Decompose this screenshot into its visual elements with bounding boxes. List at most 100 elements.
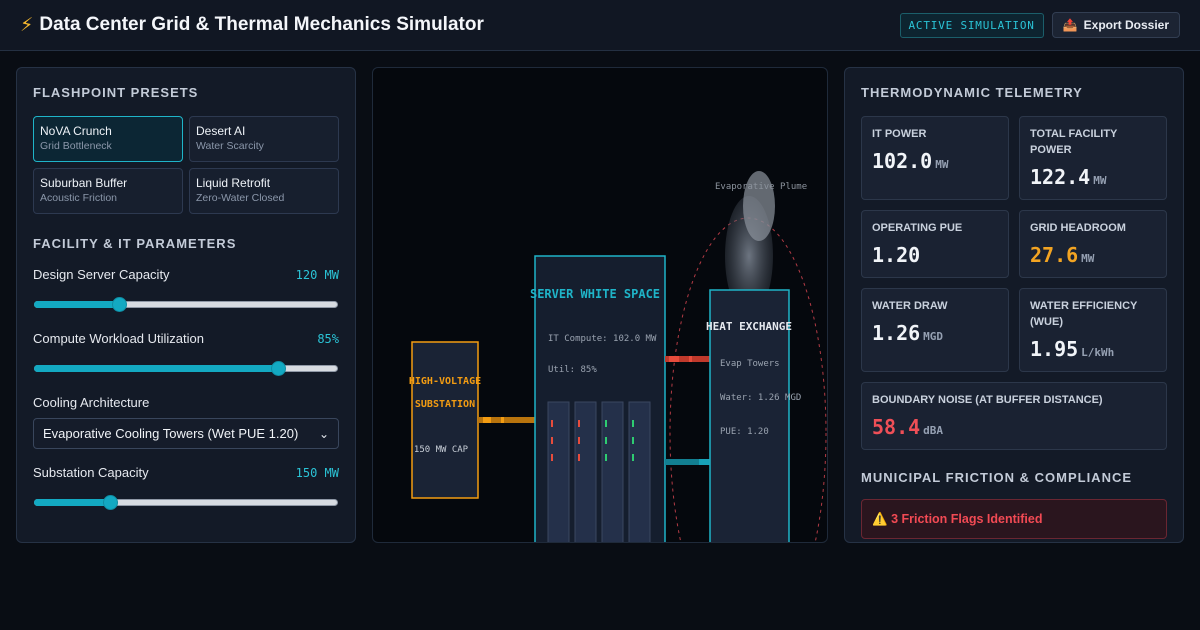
status-badge: ACTIVE SIMULATION xyxy=(899,12,1044,38)
telemetry-grid: IT POWER 102.0 MW TOTAL FACILITY POWER 12… xyxy=(861,116,1167,450)
metric-operating-pue: OPERATING PUE 1.20 xyxy=(861,209,1009,278)
substation-capacity-slider[interactable] xyxy=(33,493,339,513)
heat-exchange-water: Water: 1.26 MGD xyxy=(720,393,801,403)
metric-number: 1.20 xyxy=(872,242,921,267)
warning-icon: ⚠️ xyxy=(872,511,888,526)
top-bar: ⚡ Data Center Grid & Thermal Mechanics S… xyxy=(0,0,1200,51)
slider-thumb[interactable] xyxy=(270,361,286,376)
white-space-compute: IT Compute: 102.0 MW xyxy=(548,334,657,344)
rack-led xyxy=(605,420,607,427)
rack-led xyxy=(632,437,634,444)
export-dossier-label: Export Dossier xyxy=(1083,18,1169,32)
preset-suburban-buffer[interactable]: Suburban Buffer Acoustic Friction xyxy=(33,168,183,214)
heat-exchange-title: HEAT EXCHANGE xyxy=(706,320,792,333)
metric-value: 58.4 dBA xyxy=(872,415,1156,439)
metric-unit: dBA xyxy=(923,423,944,437)
preset-subtitle: Water Scarcity xyxy=(196,140,264,152)
metric-water-draw: WATER DRAW 1.26 MGD xyxy=(861,287,1009,372)
hot-pulse xyxy=(689,356,692,362)
metric-value: 1.95 L/kWh xyxy=(1030,337,1156,361)
cool-pulse xyxy=(699,459,709,465)
slider-fill xyxy=(34,301,120,308)
metric-value: 1.20 xyxy=(872,243,998,267)
metric-water-efficiency: WATER EFFICIENCY (WUE) 1.95 L/kWh xyxy=(1019,287,1167,372)
metric-label: OPERATING PUE xyxy=(872,221,963,234)
page-background xyxy=(0,543,1200,630)
substation-cap: 150 MW CAP xyxy=(414,445,469,455)
slider-fill xyxy=(34,365,279,372)
metric-label: TOTAL FACILITY POWER xyxy=(1030,128,1118,156)
friction-alert-text: 3 Friction Flags Identified xyxy=(891,511,1043,526)
cooling-architecture-label: Cooling Architecture xyxy=(33,395,150,410)
rack-led xyxy=(632,420,634,427)
substation-title-line2: SUBSTATION xyxy=(415,399,475,410)
power-pulse xyxy=(501,417,504,423)
metric-unit: MGD xyxy=(923,329,944,343)
metric-number: 122.4 xyxy=(1030,164,1091,189)
preset-subtitle: Zero-Water Closed xyxy=(196,192,285,204)
substation-block xyxy=(411,341,479,499)
hot-pulse xyxy=(669,356,679,362)
metric-unit: L/kWh xyxy=(1081,345,1115,359)
metric-value: 102.0 MW xyxy=(872,149,998,173)
server-capacity-slider[interactable] xyxy=(33,295,339,315)
cooling-architecture-selected: Evaporative Cooling Towers (Wet PUE 1.20… xyxy=(43,426,299,441)
cooling-architecture-select[interactable]: Evaporative Cooling Towers (Wet PUE 1.20… xyxy=(33,418,339,449)
preset-nova-crunch[interactable]: NoVA Crunch Grid Bottleneck xyxy=(33,116,183,162)
preset-name: Suburban Buffer xyxy=(40,176,128,190)
export-dossier-button[interactable]: 📤 Export Dossier xyxy=(1051,12,1180,38)
preset-name: NoVA Crunch xyxy=(40,124,112,138)
preset-desert-ai[interactable]: Desert AI Water Scarcity xyxy=(189,116,339,162)
workload-utilization-label: Compute Workload Utilization xyxy=(33,331,204,346)
metric-value: 122.4 MW xyxy=(1030,165,1156,189)
metric-label: BOUNDARY NOISE (AT BUFFER DISTANCE) xyxy=(872,393,1103,406)
server-capacity-label: Design Server Capacity xyxy=(33,267,170,282)
metric-number: 58.4 xyxy=(872,414,921,439)
chevron-down-icon: ⌄ xyxy=(318,426,329,441)
rack-led xyxy=(551,420,553,427)
telemetry-title: THERMODYNAMIC TELEMETRY xyxy=(861,85,1083,100)
outbox-tray-icon: 📤 xyxy=(1062,18,1078,32)
metric-number: 1.26 xyxy=(872,320,921,345)
friction-title: MUNICIPAL FRICTION & COMPLIANCE xyxy=(861,469,1133,485)
white-space-util: Util: 85% xyxy=(548,365,597,375)
right-panel: THERMODYNAMIC TELEMETRY IT POWER 102.0 MW… xyxy=(844,67,1184,543)
rack-led xyxy=(578,437,580,444)
slider-thumb[interactable] xyxy=(102,495,118,510)
rack-led xyxy=(551,454,553,461)
preset-grid: NoVA Crunch Grid Bottleneck Desert AI Wa… xyxy=(33,116,339,214)
slider-fill xyxy=(34,499,111,506)
preset-subtitle: Acoustic Friction xyxy=(40,192,118,204)
rack-led xyxy=(632,454,634,461)
lightning-bolt-icon: ⚡ xyxy=(20,14,34,36)
metric-value: 27.6 MW xyxy=(1030,243,1156,267)
app-title: ⚡ Data Center Grid & Thermal Mechanics S… xyxy=(20,14,484,37)
metric-number: 1.95 xyxy=(1030,336,1079,361)
heat-exchange-pue: PUE: 1.20 xyxy=(720,427,769,437)
facility-diagram-panel: Evaporative Plume HIGH-VOLTAGE SUBSTATIO… xyxy=(372,67,828,543)
preset-liquid-retrofit[interactable]: Liquid Retrofit Zero-Water Closed xyxy=(189,168,339,214)
rack-led xyxy=(578,454,580,461)
preset-subtitle: Grid Bottleneck xyxy=(40,140,112,152)
parameters-title: FACILITY & IT PARAMETERS xyxy=(33,236,237,251)
presets-title: FLASHPOINT PRESETS xyxy=(33,85,199,100)
plume-label: Evaporative Plume xyxy=(715,182,807,192)
white-space-title: SERVER WHITE SPACE xyxy=(530,287,660,301)
left-panel: FLASHPOINT PRESETS NoVA Crunch Grid Bott… xyxy=(16,67,356,543)
server-capacity-control: Design Server Capacity 120 MW xyxy=(33,267,339,315)
metric-label: IT POWER xyxy=(872,128,927,140)
workload-utilization-slider[interactable] xyxy=(33,359,339,379)
metric-label: GRID HEADROOM xyxy=(1030,221,1126,234)
workload-utilization-value: 85% xyxy=(317,331,339,346)
preset-name: Desert AI xyxy=(196,124,246,138)
metric-label: WATER EFFICIENCY (WUE) xyxy=(1030,299,1138,328)
slider-thumb[interactable] xyxy=(111,297,127,312)
metric-number: 27.6 xyxy=(1030,242,1079,267)
metric-unit: MW xyxy=(1081,251,1095,265)
app-title-text: Data Center Grid & Thermal Mechanics Sim… xyxy=(39,14,484,35)
rack-led xyxy=(605,437,607,444)
metric-it-power: IT POWER 102.0 MW xyxy=(861,116,1009,200)
metric-grid-headroom: GRID HEADROOM 27.6 MW xyxy=(1019,209,1167,278)
metric-boundary-noise: BOUNDARY NOISE (AT BUFFER DISTANCE) 58.4… xyxy=(861,381,1167,450)
server-capacity-value: 120 MW xyxy=(295,267,339,282)
